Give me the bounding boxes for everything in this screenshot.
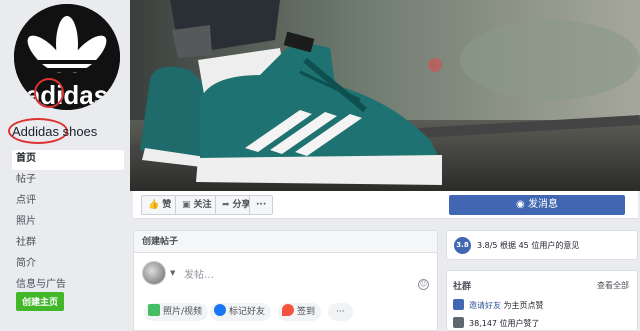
sneaker-cover-image — [130, 0, 640, 191]
tag-friend-icon — [214, 304, 226, 316]
create-post-card: 创建帖子 ▼ 发帖… ☺ 照片/视频 标记好友 签到 ··· — [133, 230, 438, 331]
messenger-icon: ◉ — [516, 199, 525, 210]
rating-card[interactable]: 3.8 3.8/5 根据 45 位用户的意见 — [446, 230, 638, 260]
sidebar-item-about[interactable]: 简介 — [12, 255, 124, 275]
page-action-bar: 👍 赞 ▣ 关注 ➦ 分享 ··· ◉ 发消息 — [133, 191, 638, 219]
page-title[interactable]: Addidas shoes — [12, 124, 97, 139]
annotation-circle — [34, 78, 64, 108]
emoji-icon[interactable]: ☺ — [418, 279, 429, 290]
follow-icon: ▣ — [182, 200, 191, 210]
thumbs-up-icon: 👍 — [148, 200, 160, 210]
send-message-button[interactable]: ◉ 发消息 — [449, 195, 625, 215]
invite-friends-row[interactable]: 邀请好友 为主页点赞 — [453, 299, 544, 311]
rating-badge: 3.8 — [454, 237, 471, 254]
more-tools-button[interactable]: ··· — [328, 303, 353, 321]
follow-button[interactable]: ▣ 关注 — [175, 195, 219, 215]
sidebar-item-photos[interactable]: 照片 — [12, 213, 124, 233]
rating-text: 3.8/5 根据 45 位用户的意见 — [477, 241, 580, 250]
avatar — [142, 261, 166, 285]
community-title: 社群 — [453, 282, 472, 292]
share-arrow-icon: ➦ — [222, 200, 230, 210]
community-card: 社群 查看全部 邀请好友 为主页点赞 38,147 位用户赞了 — [446, 270, 638, 331]
page-logo[interactable]: adidas — [14, 4, 120, 110]
cover-photo[interactable] — [130, 0, 640, 191]
sidebar-nav: 首页 帖子 点评 照片 社群 简介 信息与广告 — [12, 150, 124, 297]
create-page-button[interactable]: 创建主页 — [16, 292, 65, 311]
thumbs-up-icon — [453, 317, 464, 328]
chevron-down-icon[interactable]: ▼ — [170, 269, 175, 277]
sidebar-item-posts[interactable]: 帖子 — [12, 171, 124, 191]
like-button[interactable]: 👍 赞 — [141, 195, 179, 215]
photo-icon — [148, 304, 160, 316]
invite-friends-icon — [453, 299, 464, 310]
tag-friends-button[interactable]: 标记好友 — [210, 303, 272, 321]
location-pin-icon — [282, 304, 294, 316]
create-post-title: 创建帖子 — [134, 231, 437, 253]
likes-count-row: 38,147 位用户赞了 — [453, 317, 540, 329]
sidebar-item-reviews[interactable]: 点评 — [12, 192, 124, 212]
more-button[interactable]: ··· — [249, 195, 274, 215]
adidas-trefoil-icon: adidas — [14, 4, 120, 110]
sidebar-item-home[interactable]: 首页 — [12, 150, 124, 170]
check-in-button[interactable]: 签到 — [278, 303, 322, 321]
photo-video-button[interactable]: 照片/视频 — [144, 303, 209, 321]
sidebar: adidas Addidas shoes 首页 帖子 点评 照片 社群 简介 信… — [0, 0, 130, 331]
post-input[interactable]: 发帖… — [184, 266, 214, 281]
see-all-link[interactable]: 查看全部 — [597, 280, 629, 291]
sidebar-item-community[interactable]: 社群 — [12, 234, 124, 254]
